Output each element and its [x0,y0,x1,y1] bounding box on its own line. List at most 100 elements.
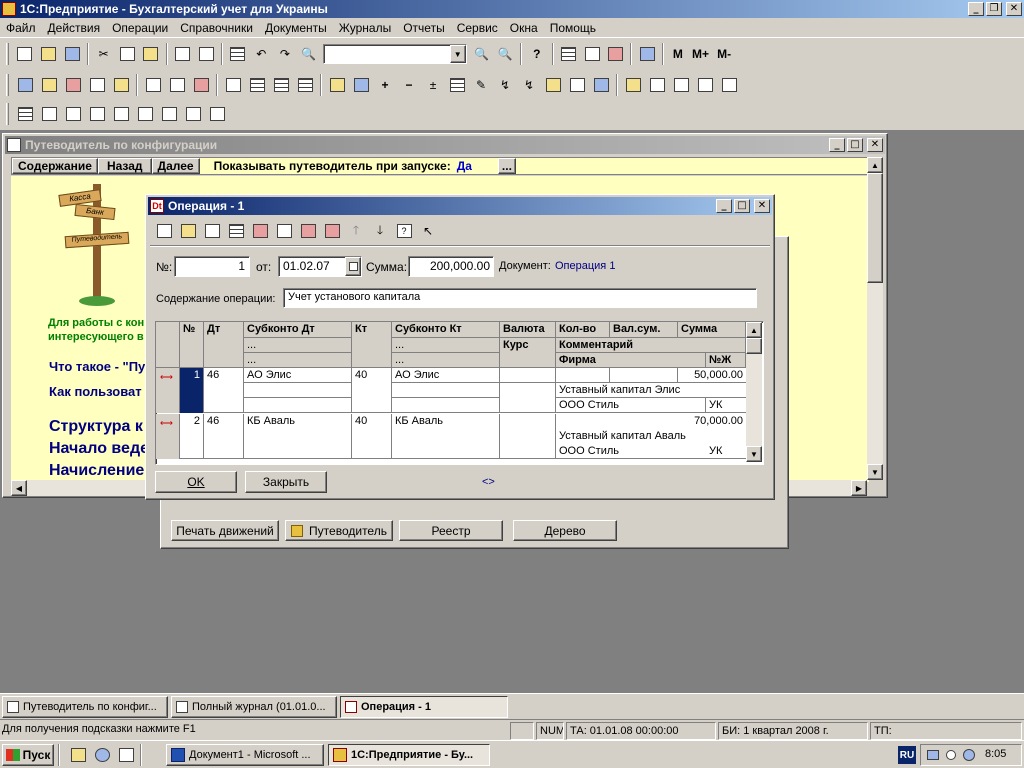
scroll-down-icon[interactable]: ▼ [746,446,762,462]
row-comment[interactable]: Уставный капитал Элис [556,383,746,398]
scroll-right-icon[interactable]: ▶ [851,480,867,496]
subconto-icon[interactable] [62,74,84,96]
table-icon[interactable] [227,43,249,65]
guide-link-what[interactable]: Что такое - "Пу [49,359,145,374]
menu-windows[interactable]: Окна [504,21,544,35]
row-subdt-2[interactable] [244,383,352,398]
add-icon[interactable]: + [374,74,396,96]
memory-mplus-button[interactable]: M+ [690,43,712,65]
globe-icon[interactable] [960,745,978,765]
network-icon[interactable] [924,745,942,765]
report-t-icon[interactable] [134,103,156,125]
menu-operations[interactable]: Операции [106,21,174,35]
copy-icon[interactable] [116,43,138,65]
copy-row-icon[interactable] [225,220,247,242]
minimize-button[interactable]: _ [829,138,845,152]
mark-row-icon[interactable] [273,220,295,242]
toolbar-grip[interactable] [6,74,9,96]
guide-contents-button[interactable]: Содержание [12,158,98,174]
entries-icon[interactable] [86,74,108,96]
help-icon[interactable]: ? [393,220,415,242]
employees-icon[interactable] [646,74,668,96]
col-subdt-2-header[interactable]: ... [244,338,352,353]
chevron-down-icon[interactable]: ▼ [449,45,466,63]
menu-references[interactable]: Справочники [174,21,259,35]
row-subkt[interactable]: АО Элис [392,368,500,383]
guide-link-start[interactable]: Начало веде [49,440,149,458]
col-valsum-header[interactable]: Вал.сум. [610,322,678,338]
print-icon[interactable] [172,43,194,65]
grid-vscrollbar[interactable]: ▲ ▼ [746,322,762,462]
accounts-icon[interactable] [38,74,60,96]
guide-back-button[interactable]: Назад [97,158,152,174]
nav-marker[interactable]: <> [482,476,495,488]
menu-help[interactable]: Помощь [544,21,602,35]
find-next-icon[interactable]: 🔍 [471,43,493,65]
minimize-button[interactable]: _ [716,199,732,213]
journal-icon[interactable] [222,74,244,96]
window-tab-journal[interactable]: Полный журнал (01.01.0... [171,696,337,718]
row-firm[interactable]: ООО Стиль [556,398,706,413]
window-tab-operation[interactable]: Операция - 1 [340,696,508,718]
content-field[interactable]: Учет установого капитала [283,288,757,308]
guide-show-value[interactable]: Да [457,159,472,173]
guide-more-button[interactable]: ... [497,158,516,174]
col-subdt-header[interactable]: Субконто Дт [244,322,352,338]
ok-button[interactable]: OK [155,471,237,493]
row-nzh[interactable]: УК [706,444,746,459]
guide-icon[interactable] [110,74,132,96]
col-rate-header[interactable]: Курс [500,338,556,368]
task-1c[interactable]: 1С:Предприятие - Бу... [328,744,490,766]
calendar-icon[interactable] [581,43,603,65]
insert-row-icon[interactable] [177,220,199,242]
scroll-down-icon[interactable]: ▼ [867,464,883,480]
toolbar-grip[interactable] [6,103,9,125]
payment-icon[interactable] [294,74,316,96]
col-comment-header[interactable]: Комментарий [556,338,746,353]
export-icon[interactable] [718,74,740,96]
row-qty[interactable] [556,368,610,383]
quicklaunch-ie-icon[interactable] [91,744,113,766]
scroll-thumb[interactable] [867,173,883,283]
cycle-icon[interactable] [166,74,188,96]
row-currency[interactable] [500,368,556,383]
move-up-icon[interactable]: 🡑 [345,220,367,242]
row-sum[interactable]: 50,000.00 [678,368,746,383]
row-rate[interactable] [500,383,556,413]
invoice-icon[interactable] [246,74,268,96]
registry-button[interactable]: Реестр [399,520,503,541]
restore-button[interactable]: ❐ [986,2,1002,16]
move-down-icon[interactable]: 🡓 [369,220,391,242]
scroll-up-icon[interactable]: ▲ [746,322,762,338]
row-kt[interactable]: 40 [352,414,392,459]
scroll-left-icon[interactable]: ◀ [11,480,27,496]
tools-icon[interactable] [670,74,692,96]
guide-person-icon[interactable] [622,74,644,96]
row-dt[interactable]: 46 [204,414,244,459]
row-subkt[interactable]: КБ Аваль [392,414,500,459]
print-preview-icon[interactable] [195,43,217,65]
task-word[interactable]: Документ1 - Microsoft ... [166,744,324,766]
volume-icon[interactable] [942,745,960,765]
new-document-icon[interactable] [14,43,36,65]
row-subkt-2[interactable] [392,383,500,398]
menu-journals[interactable]: Журналы [333,21,397,35]
book-open-icon[interactable] [326,74,348,96]
row-kt[interactable]: 40 [352,368,392,413]
find-icon[interactable]: 🔍 [298,43,320,65]
guide-link-structure[interactable]: Структура к [49,418,143,436]
row-subkt-3[interactable] [392,398,500,413]
calculator-icon[interactable] [558,43,580,65]
menu-file[interactable]: Файл [0,21,42,35]
col-subkt-header[interactable]: Субконто Кт [392,322,500,338]
paste-icon[interactable] [140,43,162,65]
report-balance-icon[interactable] [14,103,36,125]
help-icon[interactable]: ? [526,43,548,65]
guide-forward-button[interactable]: Далее [151,158,200,174]
col-sum-header[interactable]: Сумма [678,322,746,338]
calendar-icon[interactable] [345,257,361,276]
row-nzh[interactable]: УК [706,398,746,413]
table-row[interactable]: ⟷ 2 46 КБ Аваль 40 КБ Аваль 70,000.00 Ус… [156,414,746,459]
row-num[interactable]: 1 [180,368,204,413]
col-dt-header[interactable]: Дт [204,322,244,368]
